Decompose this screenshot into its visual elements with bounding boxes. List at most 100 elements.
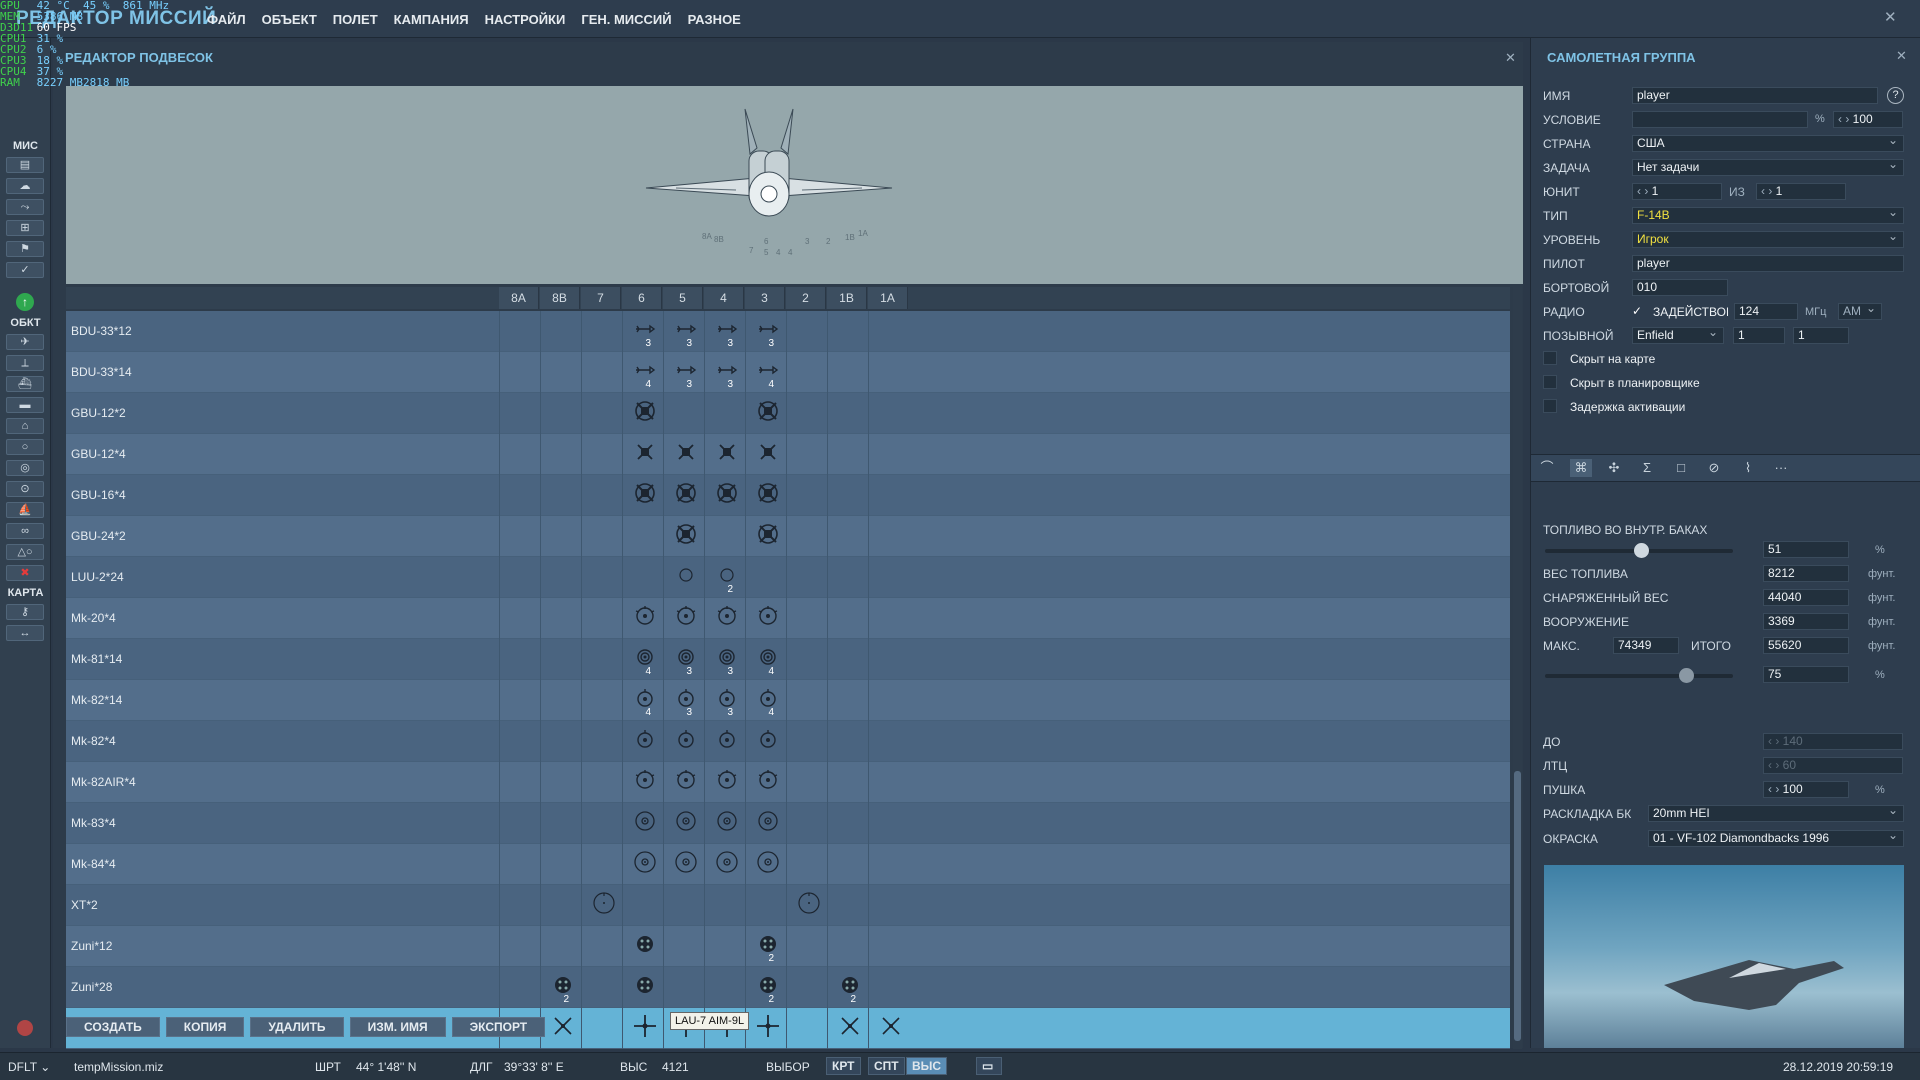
station-cell-1a[interactable] [868, 352, 909, 393]
payload-tab-icon[interactable]: ⌘ [1570, 459, 1592, 477]
menu-settings[interactable]: НАСТРОЙКИ [485, 12, 566, 27]
station-cell-7[interactable] [581, 516, 622, 557]
station-cell-1a[interactable] [868, 680, 909, 721]
station-cell-8a[interactable] [499, 516, 540, 557]
station-cell-1a[interactable] [868, 434, 909, 475]
delete-icon[interactable]: ✖ [6, 565, 44, 581]
station-cell-2[interactable] [786, 803, 827, 844]
station-cell-8a[interactable] [499, 680, 540, 721]
station-cell-1a[interactable] [868, 557, 909, 598]
station-cell-6[interactable] [622, 475, 663, 516]
table-row[interactable]: Mk-84*4 [66, 844, 1510, 885]
station-cell-7[interactable] [581, 1008, 622, 1049]
station-cell-8a[interactable] [499, 352, 540, 393]
modulation-select[interactable]: AM [1838, 301, 1882, 320]
station-cell-5[interactable] [663, 762, 704, 803]
station-cell-1b[interactable] [827, 926, 868, 967]
station-cell-3[interactable]: 4 [745, 680, 786, 721]
station-cell-7[interactable] [581, 721, 622, 762]
station-cell-1b[interactable] [827, 352, 868, 393]
station-cell-6[interactable] [622, 1008, 663, 1049]
altitude-mode-button[interactable]: ВЫС [906, 1057, 948, 1075]
menu-object[interactable]: ОБЪЕКТ [262, 12, 317, 27]
station-cell-6[interactable]: 4 [622, 639, 663, 680]
name-field[interactable]: player [1632, 87, 1878, 104]
station-cell-3[interactable] [745, 844, 786, 885]
station-cell-2[interactable] [786, 721, 827, 762]
delete-button[interactable]: УДАЛИТЬ [250, 1017, 344, 1037]
station-cell-7[interactable] [581, 803, 622, 844]
station-cell-6[interactable] [622, 434, 663, 475]
station-cell-4[interactable] [704, 393, 745, 434]
station-cell-1a[interactable] [868, 926, 909, 967]
radio-frequency-field[interactable]: 124 [1734, 303, 1798, 320]
station-cell-3[interactable] [745, 598, 786, 639]
station-cell-8a[interactable] [499, 885, 540, 926]
station-cell-4[interactable] [704, 434, 745, 475]
unit-count-stepper[interactable]: ‹ › 1 [1756, 183, 1846, 200]
menu-misc[interactable]: РАЗНОЕ [688, 12, 741, 27]
clipboard-icon[interactable]: ▤ [6, 157, 44, 173]
station-cell-3[interactable] [745, 721, 786, 762]
condition-field[interactable] [1632, 111, 1808, 128]
station-cell-6[interactable] [622, 844, 663, 885]
fuel-percent-field[interactable]: 51 [1763, 541, 1849, 558]
station-cell-8b[interactable] [540, 1008, 581, 1049]
station-cell-4[interactable] [704, 516, 745, 557]
livery-select[interactable]: 01 - VF-102 Diamondbacks 1996 [1648, 828, 1904, 847]
station-cell-5[interactable] [663, 844, 704, 885]
station-cell-8a[interactable] [499, 311, 540, 352]
menu-file[interactable]: ФАЙЛ [207, 12, 246, 27]
ban-tab-icon[interactable]: ⊘ [1703, 459, 1725, 477]
station-cell-5[interactable] [663, 598, 704, 639]
station-cell-8a[interactable] [499, 639, 540, 680]
route-icon[interactable]: ⤳ [6, 199, 44, 215]
station-cell-2[interactable] [786, 393, 827, 434]
station-cell-4[interactable] [704, 475, 745, 516]
trigger-icon[interactable]: ⊞ [6, 220, 44, 236]
station-cell-4[interactable] [704, 762, 745, 803]
station-cell-2[interactable] [786, 762, 827, 803]
hidden-in-planner-checkbox[interactable] [1543, 375, 1557, 389]
station-cell-7[interactable] [581, 557, 622, 598]
station-cell-7[interactable] [581, 639, 622, 680]
station-cell-2[interactable] [786, 885, 827, 926]
station-cell-7[interactable] [581, 311, 622, 352]
station-cell-2[interactable] [786, 311, 827, 352]
zone-icon[interactable]: ⊙ [6, 481, 44, 497]
station-cell-6[interactable]: 3 [622, 311, 663, 352]
table-row[interactable]: Zuni*28 2 2 2 [66, 967, 1510, 1008]
station-cell-4[interactable]: 3 [704, 311, 745, 352]
station-cell-1a[interactable] [868, 721, 909, 762]
station-cell-8a[interactable] [499, 475, 540, 516]
station-cell-8b[interactable] [540, 639, 581, 680]
station-cell-3[interactable] [745, 557, 786, 598]
table-row[interactable]: Mk-81*14 4 3 3 4 [66, 639, 1510, 680]
station-cell-4[interactable] [704, 967, 745, 1008]
table-row[interactable]: Zuni*12 2 [66, 926, 1510, 967]
more-tab-icon[interactable]: ··· [1770, 459, 1792, 477]
station-cell-8b[interactable] [540, 803, 581, 844]
station-cell-8b[interactable] [540, 311, 581, 352]
ship-icon[interactable]: ⛴ [6, 376, 44, 392]
station-cell-5[interactable]: 3 [663, 639, 704, 680]
table-row[interactable]: XT*2 [66, 885, 1510, 926]
station-cell-8b[interactable] [540, 844, 581, 885]
station-cell-1b[interactable] [827, 557, 868, 598]
helicopter-icon[interactable]: ⟂ [6, 355, 44, 371]
station-cell-8a[interactable] [499, 434, 540, 475]
table-row[interactable]: GBU-16*4 [66, 475, 1510, 516]
radio-checkbox[interactable]: ✓ [1632, 304, 1646, 318]
station-cell-3[interactable]: 4 [745, 352, 786, 393]
station-cell-2[interactable] [786, 680, 827, 721]
map-mode-button[interactable]: КРТ [826, 1057, 861, 1075]
station-cell-5[interactable] [663, 475, 704, 516]
station-cell-4[interactable]: 3 [704, 680, 745, 721]
station-cell-1b[interactable]: 2 [827, 967, 868, 1008]
station-cell-3[interactable]: 4 [745, 639, 786, 680]
target-icon[interactable]: ◎ [6, 460, 44, 476]
pilot-field[interactable]: player [1632, 255, 1904, 272]
table-row[interactable]: GBU-12*4 [66, 434, 1510, 475]
load-slider-knob[interactable] [1679, 668, 1694, 683]
check-icon[interactable]: ✓ [6, 262, 44, 278]
